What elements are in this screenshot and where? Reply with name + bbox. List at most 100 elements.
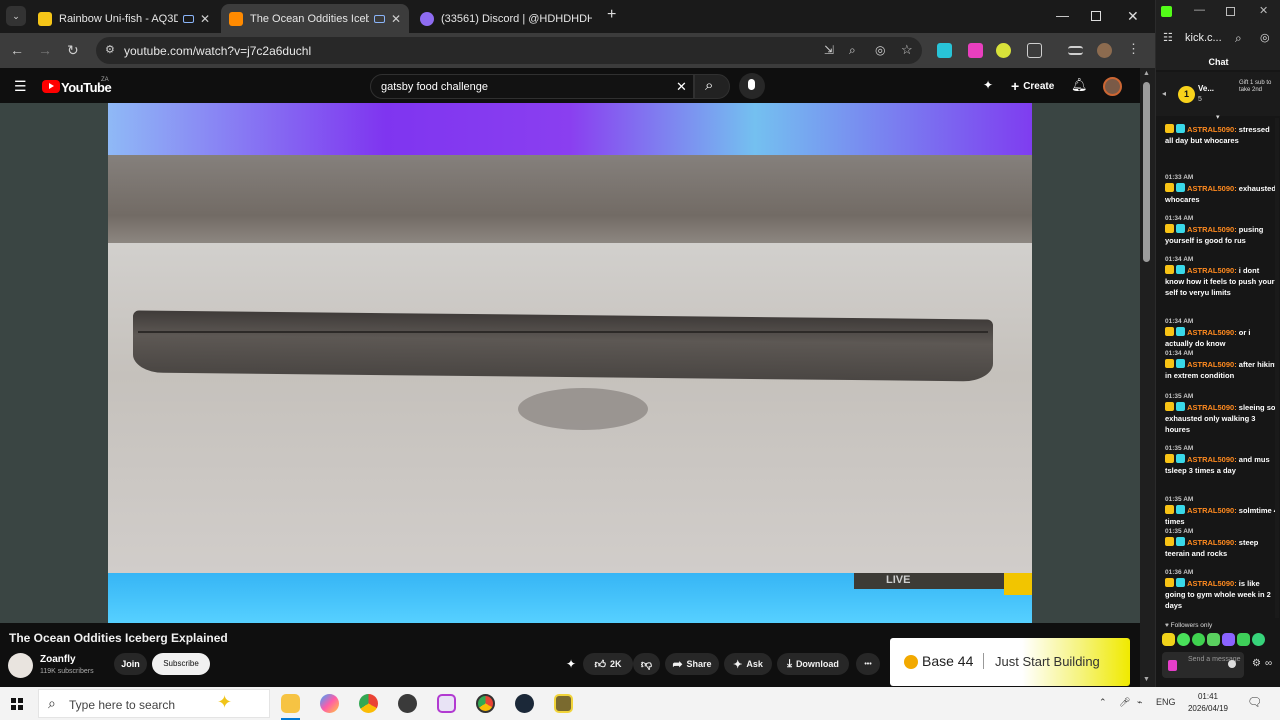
- notifications-icon[interactable]: 🗨︎: [1247, 695, 1262, 709]
- pinned-expand-icon[interactable]: ▾: [1216, 113, 1220, 121]
- tab-close-icon[interactable]: ✕: [200, 12, 210, 26]
- browser-tab-youtube[interactable]: The Ocean Oddities Iceberg ✕: [221, 4, 409, 33]
- panel-minimize-icon[interactable]: —: [1194, 4, 1205, 16]
- emote-icon[interactable]: [1207, 633, 1220, 646]
- profile-avatar-icon[interactable]: [1097, 43, 1112, 58]
- taskbar-search-input[interactable]: ⌕ Type here to search ✦: [38, 689, 270, 718]
- search-button[interactable]: ⌕: [694, 74, 730, 99]
- channel-name[interactable]: Zoanfly: [40, 654, 76, 665]
- ai-sparkle-icon[interactable]: ✦: [983, 78, 993, 92]
- share-button[interactable]: ➦ Share: [665, 653, 719, 675]
- chat-username[interactable]: ASTRAL5090:: [1187, 225, 1237, 234]
- emote-icon[interactable]: [1162, 633, 1175, 646]
- reload-icon[interactable]: ↻: [67, 42, 79, 59]
- scroll-up-arrow-icon[interactable]: ▲: [1143, 70, 1150, 77]
- extensions-puzzle-icon[interactable]: [1027, 43, 1042, 58]
- kick-logo-icon[interactable]: [1161, 6, 1172, 17]
- game-app-icon[interactable]: [554, 694, 573, 713]
- chat-settings-icon[interactable]: ⚙: [1252, 658, 1261, 669]
- video-player[interactable]: LIVE: [0, 103, 1140, 623]
- snipping-tool-icon[interactable]: [437, 694, 456, 713]
- close-window-icon[interactable]: ✕: [1127, 8, 1139, 25]
- chat-message-input[interactable]: Send a message: [1162, 652, 1244, 678]
- channel-avatar[interactable]: [8, 653, 33, 678]
- new-tab-button[interactable]: +: [607, 6, 616, 24]
- create-button[interactable]: + Create: [1004, 75, 1061, 97]
- install-app-icon[interactable]: ⇲: [824, 43, 834, 57]
- browser-tab-discord[interactable]: (33561) Discord | @HDHDHDH: [412, 4, 600, 33]
- pinned-leaderboard[interactable]: ◂: [1156, 72, 1280, 116]
- search-input[interactable]: gatsby food challenge ✕: [370, 74, 694, 99]
- emote-icon[interactable]: [1252, 633, 1265, 646]
- site-info-icon[interactable]: ⚙: [105, 43, 115, 56]
- tab-search-chevron-icon[interactable]: ⌄: [6, 6, 26, 26]
- ask-button[interactable]: ✦ Ask: [724, 653, 772, 675]
- emoji-icon[interactable]: [1228, 660, 1236, 668]
- panel-tune-icon[interactable]: ☷: [1163, 31, 1173, 44]
- chat-username[interactable]: ASTRAL5090:: [1187, 455, 1237, 464]
- youtube-logo-icon[interactable]: [42, 80, 60, 93]
- media-controls-icon[interactable]: [1068, 46, 1083, 55]
- chat-username[interactable]: ASTRAL5090:: [1187, 328, 1237, 337]
- microphone-tray-icon[interactable]: 🎤︎: [1119, 697, 1130, 708]
- extension-kite-icon[interactable]: [937, 43, 952, 58]
- chat-more-icon[interactable]: ∞: [1265, 658, 1272, 669]
- chat-username[interactable]: ASTRAL5090:: [1187, 360, 1237, 369]
- extension-yellow-icon[interactable]: [996, 43, 1011, 58]
- chat-username[interactable]: ASTRAL5090:: [1187, 579, 1237, 588]
- app-dark-icon[interactable]: [398, 694, 417, 713]
- emote-icon[interactable]: [1222, 633, 1235, 646]
- tray-overflow-icon[interactable]: ⌃: [1099, 697, 1107, 708]
- tracking-eye-off-icon[interactable]: ◎: [875, 43, 885, 57]
- emote-icon[interactable]: [1177, 633, 1190, 646]
- chat-username[interactable]: ASTRAL5090:: [1187, 403, 1237, 412]
- account-avatar[interactable]: [1103, 77, 1122, 96]
- extension-pink-icon[interactable]: [968, 43, 983, 58]
- chrome-icon[interactable]: [359, 694, 378, 713]
- panel-eye-off-icon[interactable]: ◎: [1260, 31, 1270, 44]
- minimize-icon[interactable]: —: [1056, 8, 1069, 23]
- emote-picker-icon[interactable]: [1168, 660, 1177, 671]
- gift-sub-label[interactable]: Gift 1 sub to take 2nd: [1239, 80, 1279, 94]
- chat-username[interactable]: ASTRAL5090:: [1187, 506, 1237, 515]
- panel-zoom-icon[interactable]: ⌕: [1235, 31, 1242, 46]
- chat-username[interactable]: ASTRAL5090:: [1187, 266, 1237, 275]
- emote-icon[interactable]: [1192, 633, 1205, 646]
- video-frame[interactable]: LIVE: [108, 103, 1032, 623]
- join-button[interactable]: Join: [114, 653, 147, 675]
- forward-icon[interactable]: →: [38, 42, 52, 58]
- panel-close-icon[interactable]: ✕: [1259, 4, 1268, 17]
- voice-search-button[interactable]: [739, 73, 765, 99]
- chrome-profile-icon[interactable]: [476, 694, 495, 713]
- browser-menu-icon[interactable]: ⋮: [1127, 41, 1142, 56]
- media-playing-icon[interactable]: [182, 14, 194, 23]
- copilot-icon[interactable]: [320, 694, 339, 713]
- media-playing-icon[interactable]: [373, 14, 385, 23]
- notifications-bell-icon[interactable]: 🔔︎: [1071, 77, 1088, 93]
- download-button[interactable]: ⤓ Download: [777, 653, 849, 675]
- back-icon[interactable]: ←: [10, 42, 24, 58]
- language-indicator[interactable]: ENG: [1156, 697, 1176, 707]
- hamburger-menu-icon[interactable]: ☰: [14, 78, 27, 95]
- taskbar-clock[interactable]: 01:41 2026/04/19: [1184, 691, 1232, 715]
- bookmark-star-icon[interactable]: ☆: [901, 42, 913, 58]
- panel-maximize-icon[interactable]: [1226, 7, 1235, 16]
- tab-close-icon[interactable]: ✕: [391, 12, 401, 26]
- address-bar[interactable]: ⚙ youtube.com/watch?v=j7c2a6duchl ⇲ ⌕ ◎ …: [96, 37, 922, 64]
- chat-username[interactable]: ASTRAL5090:: [1187, 538, 1237, 547]
- dislike-button[interactable]: 👎︎: [633, 653, 660, 675]
- steam-icon[interactable]: [515, 694, 534, 713]
- zoom-icon[interactable]: ⌕: [849, 43, 856, 58]
- more-actions-button[interactable]: •••: [856, 653, 880, 675]
- windows-start-icon[interactable]: [11, 698, 23, 710]
- maximize-icon[interactable]: [1091, 11, 1101, 21]
- subscribe-button[interactable]: Subscribe: [152, 653, 210, 675]
- page-scrollbar[interactable]: ▲ ▼: [1140, 68, 1155, 687]
- scrollbar-thumb[interactable]: [1143, 82, 1150, 262]
- scroll-down-arrow-icon[interactable]: ▼: [1143, 676, 1150, 683]
- like-button[interactable]: 👍︎ 2K: [583, 653, 633, 675]
- emote-icon[interactable]: [1237, 633, 1250, 646]
- chat-username[interactable]: ASTRAL5090:: [1187, 125, 1237, 134]
- sponsored-ad-banner[interactable]: Base 44 Just Start Building: [890, 638, 1130, 686]
- emote-bar[interactable]: [1162, 633, 1265, 649]
